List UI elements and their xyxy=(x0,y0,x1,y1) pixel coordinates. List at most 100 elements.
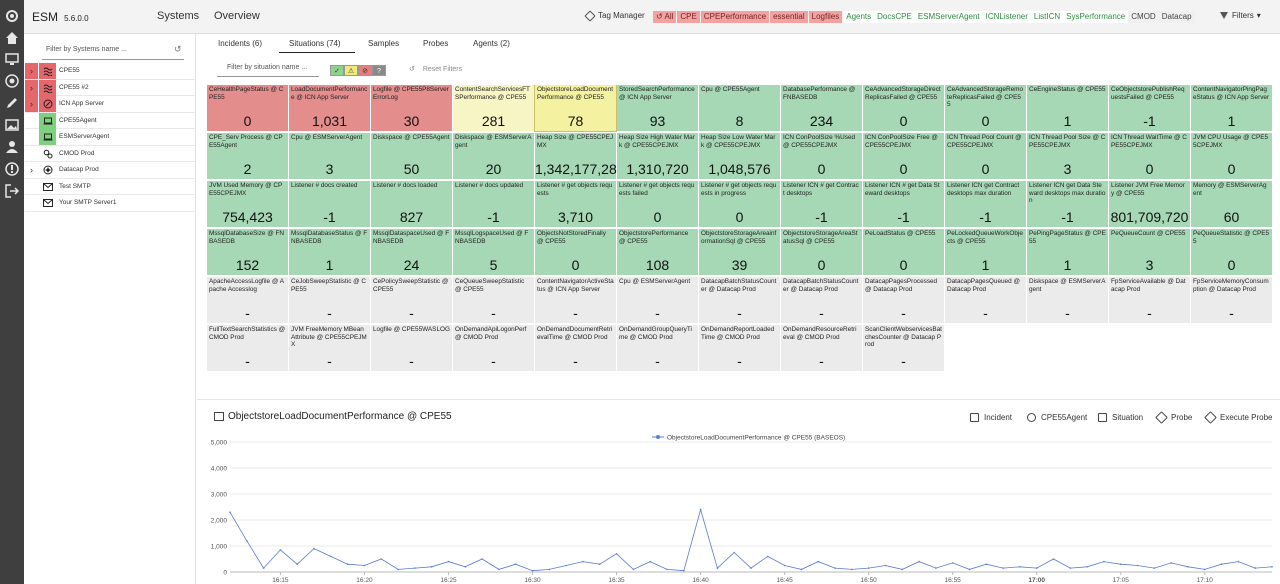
tag-cpe[interactable]: CPE xyxy=(677,11,700,23)
situation-tile[interactable]: JVM CPU Usage @ CPE55CPEJMX 0 xyxy=(1191,133,1272,179)
situation-tile[interactable]: DatacapPagesProcessed @ Datacap Prod - xyxy=(863,277,944,323)
situation-tile[interactable]: ICN Thread WaitTime @ CPE55CPEJMX 0 xyxy=(1109,133,1190,179)
expand-chevron-icon[interactable]: › xyxy=(25,162,38,178)
situation-tile[interactable]: ICN Thread Pool Count @ CPE55CPEJMX 0 xyxy=(945,133,1026,179)
warning-icon[interactable]: ⚠ xyxy=(344,65,358,76)
situation-tile[interactable]: DatacapBatchStatusCounter @ Datacap Prod… xyxy=(699,277,780,323)
nav-systems[interactable]: Systems xyxy=(157,10,199,22)
tag-datacap[interactable]: Datacap xyxy=(1158,11,1195,23)
user-icon[interactable] xyxy=(4,139,20,155)
home-icon[interactable] xyxy=(4,30,20,46)
tab-incidents[interactable]: Incidents (6) xyxy=(218,39,262,48)
filters-button[interactable]: Filters ▾ xyxy=(1220,11,1261,20)
performance-chart[interactable]: 0 1,000 2,000 3,000 4,000 5,000 16:15 16:20 16:2… xyxy=(197,426,1280,584)
situation-tile[interactable]: ICN ConPoolSize %Used @ CPE55CPEJMX 0 xyxy=(781,133,862,179)
check-icon[interactable]: ✓ xyxy=(330,65,344,76)
situation-tile[interactable]: OnDemandDocumentRetrievalTime @ CMOD Pro… xyxy=(535,325,616,371)
situation-tile[interactable]: PeQueueStatistic @ CPE55 0 xyxy=(1191,229,1272,275)
situation-tile[interactable]: Heap Size Low Water Mark @ CPE55CPEJMX 1,… xyxy=(699,133,780,179)
situation-tile[interactable]: ContentNavigatorPingPageStatus @ ICN App… xyxy=(1191,85,1272,131)
situation-tile[interactable]: Logfile @ CPE55WASLOG - xyxy=(371,325,452,371)
situation-tile[interactable]: Diskspace @ CPE55Agent 50 xyxy=(371,133,452,179)
settings-icon[interactable] xyxy=(4,8,20,24)
error-icon[interactable]: ⊘ xyxy=(358,65,372,76)
situation-tile[interactable]: Listener # docs loaded 827 xyxy=(371,181,452,227)
situation-tile[interactable]: ObjectstoreLoadDocumentPerformance @ CPE… xyxy=(534,85,617,132)
situation-tile[interactable]: PeQueueCount @ CPE55 3 xyxy=(1109,229,1190,275)
situation-tile[interactable]: ICN ConPoolSize Free @ CPE55CPEJMX 0 xyxy=(863,133,944,179)
situation-tile[interactable]: CeQueueSweepStatistic @ CPE55 - xyxy=(453,277,534,323)
system-item-test-smtp[interactable]: Test SMTP xyxy=(25,179,195,195)
tag-essential[interactable]: essential xyxy=(770,11,808,23)
situation-tile[interactable]: ScanClientWebservicesBatchesCounter @ Da… xyxy=(863,325,944,371)
situation-tile[interactable]: CeJobSweepStatistic @ CPE55 - xyxy=(289,277,370,323)
situation-tile[interactable]: Logfile @ CPE55P8ServerErrorLog 30 xyxy=(371,85,452,131)
situation-tile[interactable]: CeAdvancedStorageDirectReplicasFailed @ … xyxy=(863,85,944,131)
alert-circle-icon[interactable] xyxy=(4,161,20,177)
reset-icon[interactable]: ↺ xyxy=(174,44,182,55)
situation-tile[interactable]: CeAdvancedStorageRemoteReplicasFailed @ … xyxy=(945,85,1026,131)
situation-tile[interactable]: Listener # get objects requests failed 0 xyxy=(617,181,698,227)
image-icon[interactable] xyxy=(4,117,20,133)
system-item-cpe55[interactable]: › CPE55 xyxy=(25,63,195,80)
system-item-cpe55agent[interactable]: CPE55Agent xyxy=(25,112,195,129)
agent-button[interactable]: CPE55Agent xyxy=(1027,413,1087,422)
tag-esmserveragent[interactable]: ESMServerAgent xyxy=(914,11,983,23)
situation-filter-input[interactable]: Filter by situation name ... xyxy=(217,61,319,77)
tab-probes[interactable]: Probes xyxy=(423,39,448,48)
system-item-esmserveragent[interactable]: ESMServerAgent xyxy=(25,129,195,146)
tag-cpeperformance[interactable]: CPEPerformance xyxy=(700,11,770,23)
situation-tile[interactable]: Listener # get objects requests in progr… xyxy=(699,181,780,227)
situation-tile[interactable]: PeLoadStatus @ CPE55 0 xyxy=(863,229,944,275)
situation-tile[interactable]: Diskspace @ ESMServerAgent - xyxy=(1027,277,1108,323)
tab-samples[interactable]: Samples xyxy=(368,39,399,48)
situation-tile[interactable]: Cpu @ ESMServerAgent 3 xyxy=(289,133,370,179)
situation-tile[interactable]: Memory @ ESMServerAgent 60 xyxy=(1191,181,1272,227)
situation-tile[interactable]: MssqlDatabaseStatus @ FNBASEDB 1 xyxy=(289,229,370,275)
execute-probe-button[interactable]: Execute Probe xyxy=(1204,411,1272,424)
situation-tile[interactable]: PeLockedQueueWorkObjects @ CPE55 1 xyxy=(945,229,1026,275)
system-item-cpe55-2[interactable]: › CPE55 #2 xyxy=(25,79,195,96)
situation-tile[interactable]: Listener # docs updated -1 xyxy=(453,181,534,227)
system-item-icn-app-server[interactable]: › ICN App Server xyxy=(25,96,195,113)
expand-chevron-icon[interactable]: › xyxy=(25,63,38,79)
edit-icon[interactable] xyxy=(4,95,20,111)
tag-cmod[interactable]: CMOD xyxy=(1128,11,1159,23)
situation-tile[interactable]: Listener ICN get Data Steward desktops m… xyxy=(1027,181,1108,227)
nav-overview[interactable]: Overview xyxy=(214,10,260,22)
situation-tile[interactable]: Cpu @ ESMServerAgent - xyxy=(617,277,698,323)
situation-tile[interactable]: Listener JVM Free Memory @ CPE55 801,709,… xyxy=(1109,181,1190,227)
situation-tile[interactable]: ObjectsNotStoredFinally @ CPE55 0 xyxy=(535,229,616,275)
situation-tile[interactable]: Heap Size High Water Mark @ CPE55CPEJMX 1… xyxy=(617,133,698,179)
target-icon[interactable] xyxy=(4,73,20,89)
incident-button[interactable]: Incident xyxy=(970,413,1012,422)
situation-tile[interactable]: OnDemandReportLoadedTime @ CMOD Prod - xyxy=(699,325,780,371)
expand-chevron-icon[interactable]: › xyxy=(25,96,38,112)
situation-tile[interactable]: ContentSearchServicesFTSPerformance @ CP… xyxy=(453,85,534,131)
situation-tile[interactable]: LoadDocumentPerformance @ ICN App Server… xyxy=(289,85,370,131)
situation-tile[interactable]: Listener ICN # get Data Steward desktops… xyxy=(863,181,944,227)
situation-tile[interactable]: MssqlLogspaceUsed @ FNBASEDB 5 xyxy=(453,229,534,275)
tab-agents[interactable]: Agents (2) xyxy=(473,39,510,48)
situation-tile[interactable]: JVM Used Memory @ CPE55CPEJMX 754,423 xyxy=(207,181,288,227)
situation-tile[interactable]: CeHealthPageStatus @ CPE55 0 xyxy=(207,85,288,131)
situation-tile[interactable]: CPE_Serv Process @ CPE55Agent 2 xyxy=(207,133,288,179)
situation-tile[interactable]: ObjectstorePerformance @ CPE55 108 xyxy=(617,229,698,275)
tag-all[interactable]: ↺ All xyxy=(653,11,677,23)
situation-tile[interactable]: ApacheAccessLogfile @ Apache Accesslog - xyxy=(207,277,288,323)
expand-chevron-icon[interactable]: › xyxy=(25,79,38,96)
tag-listicn[interactable]: ListICN xyxy=(1030,11,1064,23)
system-item-datacap-prod[interactable]: › Datacap Prod xyxy=(25,162,195,179)
situation-tile[interactable]: FullTextSearchStatistics @ CMOD Prod - xyxy=(207,325,288,371)
system-item-cmod-prod[interactable]: CMOD Prod xyxy=(25,146,195,162)
reset-filters-button[interactable]: ↺ Reset Filters xyxy=(409,65,462,73)
detail-divider[interactable] xyxy=(197,399,1280,400)
situation-tile[interactable]: PePingPageStatus @ CPE55 1 xyxy=(1027,229,1108,275)
situation-tile[interactable]: DatabasePerformance @ FNBASEDB 234 xyxy=(781,85,862,131)
situation-tile[interactable]: DatacapPagesQueued @ Datacap Prod - xyxy=(945,277,1026,323)
systems-filter-input[interactable]: Filter by Systems name ... xyxy=(42,38,184,60)
situation-tile[interactable]: FpServiceAvailable @ Datacap Prod - xyxy=(1109,277,1190,323)
situation-tile[interactable]: Listener # get objects requests 3,710 xyxy=(535,181,616,227)
tab-situations[interactable]: Situations (74) xyxy=(289,39,341,48)
situation-tile[interactable]: Heap Size @ CPE55CPEJMX 1,342,177,280 xyxy=(535,133,625,179)
